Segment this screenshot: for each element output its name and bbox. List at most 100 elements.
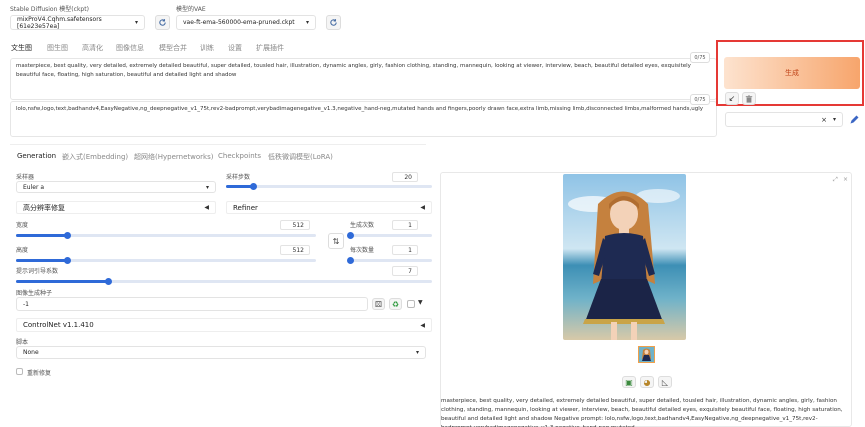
generate-button[interactable]: 生成 (724, 57, 860, 89)
height-slider-knob[interactable] (64, 257, 71, 264)
cfg-slider-knob[interactable] (104, 278, 112, 285)
width-slider-knob[interactable] (64, 232, 71, 239)
steps-slider-fill (226, 185, 253, 188)
vae-label: 模型的VAE (176, 6, 206, 13)
hires-fix-label: 高分辨率修复 (23, 203, 65, 212)
chevron-down-icon: ▾ (305, 19, 309, 26)
swap-dimensions-button[interactable]: ⇅ (328, 233, 344, 249)
trash-icon (745, 94, 753, 103)
chevron-down-icon: ▾ (205, 183, 209, 191)
tab-extras[interactable]: 高清化 (82, 43, 103, 53)
subtab-embedding[interactable]: 嵌入式(Embedding) (62, 152, 128, 162)
vae-select[interactable]: vae-ft-ema-560000-ema-pruned.ckpt ▾ (176, 15, 316, 30)
paste-button[interactable]: ↙ (725, 92, 739, 105)
tab-txt2img[interactable]: 文生图 (11, 43, 32, 53)
tab-train[interactable]: 训练 (200, 43, 214, 53)
batch-count-input[interactable]: 1 (392, 220, 418, 230)
tab-extensions[interactable]: 扩展插件 (256, 43, 284, 53)
height-label: 高度 (16, 247, 29, 254)
subtab-checkpoints[interactable]: Checkpoints (218, 152, 261, 160)
vae-select-value: vae-ft-ema-560000-ema-pruned.ckpt (183, 19, 295, 26)
tab-checkpoint-merger[interactable]: 模型合并 (159, 43, 187, 53)
sampler-select[interactable]: Euler a ▾ (16, 181, 216, 193)
close-icon[interactable]: × (843, 176, 848, 183)
random-seed-button[interactable]: ⚄ (372, 298, 385, 310)
ruler-icon: ◺ (661, 377, 669, 387)
sampler-label: 采样器 (16, 174, 35, 181)
restore-faces-checkbox[interactable] (16, 368, 23, 375)
reuse-seed-button[interactable]: ♻ (389, 298, 402, 310)
cfg-slider-fill (16, 280, 108, 283)
steps-slider[interactable] (226, 183, 432, 190)
tab-img2img[interactable]: 图生图 (47, 43, 68, 53)
send-to-extras-button[interactable]: ◺ (658, 376, 672, 388)
batch-count-slider[interactable] (347, 232, 432, 239)
output-expand-icon[interactable]: ⤢ (833, 176, 838, 184)
seed-input[interactable]: -1 (16, 297, 368, 311)
width-slider-fill (16, 234, 67, 237)
prompt-token-count: 0/75 (690, 52, 710, 63)
send-to-inpaint-button[interactable]: ◕ (640, 376, 654, 388)
batch-size-slider[interactable] (347, 257, 432, 264)
refresh-icon (330, 19, 337, 26)
send-to-img2img-button[interactable]: ▣ (622, 376, 636, 388)
restore-faces-label: 重新修复 (27, 370, 52, 377)
batch-count-slider-knob[interactable] (347, 232, 354, 239)
output-thumbnail[interactable] (638, 346, 655, 363)
subtab-divider (10, 144, 426, 145)
height-input[interactable]: 512 (280, 245, 310, 255)
model-select[interactable]: mixProV4.Cqhm.safetensors [61e23e57ea] ▾ (10, 15, 145, 30)
cfg-input[interactable]: 7 (392, 266, 418, 276)
refiner-accordion[interactable]: Refiner ◀ (226, 201, 432, 214)
triangle-left-icon: ◀ (420, 321, 425, 329)
chevron-down-icon: ▾ (415, 349, 419, 356)
triangle-left-icon: ◀ (420, 204, 425, 211)
batch-size-slider-knob[interactable] (347, 257, 354, 264)
close-icon[interactable]: × (821, 116, 827, 124)
prompt-textarea[interactable]: masterpiece, best quality, very detailed… (10, 58, 717, 100)
image-icon: ▣ (625, 377, 633, 387)
height-slider[interactable] (16, 257, 316, 264)
controlnet-accordion[interactable]: ControlNet v1.1.410 ◀ (16, 318, 432, 332)
width-label: 宽度 (16, 222, 29, 229)
steps-slider-knob[interactable] (249, 183, 257, 190)
styles-select[interactable]: × ▾ (725, 112, 843, 127)
width-slider[interactable] (16, 232, 316, 239)
subtab-lora[interactable]: 低秩微调模型(LoRA) (268, 152, 333, 162)
edit-styles-button[interactable] (847, 112, 861, 127)
seed-value: -1 (23, 300, 29, 308)
vae-refresh-button[interactable] (326, 15, 341, 30)
height-slider-fill (16, 259, 67, 262)
tab-settings[interactable]: 设置 (228, 43, 242, 53)
recycle-icon: ♻ (391, 299, 400, 309)
extra-seed-checkbox[interactable] (407, 300, 415, 308)
model-refresh-button[interactable] (155, 15, 170, 30)
generated-image[interactable] (563, 174, 686, 340)
dice-icon: ⚄ (375, 299, 382, 309)
batch-size-input[interactable]: 1 (392, 245, 418, 255)
cfg-label: 提示词引导系数 (16, 268, 59, 275)
script-select[interactable]: None ▾ (16, 346, 426, 359)
steps-input[interactable]: 20 (392, 172, 418, 182)
sampler-value: Euler a (23, 183, 45, 191)
triangle-down-icon: ▼ (418, 299, 423, 306)
seed-label: 图像生成种子 (16, 290, 53, 297)
generated-image-art (563, 174, 686, 340)
subtab-generation[interactable]: Generation (17, 152, 56, 160)
refiner-label: Refiner (233, 203, 258, 212)
cfg-slider[interactable] (16, 278, 432, 285)
negative-prompt-textarea[interactable]: lolo,nsfw,logo,text,badhandv4,EasyNegati… (10, 101, 717, 137)
hires-fix-accordion[interactable]: 高分辨率修复 ◀ (16, 201, 216, 214)
batch-count-label: 生成次数 (350, 222, 375, 229)
steps-label: 采样步数 (226, 174, 251, 181)
batch-size-label: 每次数量 (350, 247, 375, 254)
tab-png-info[interactable]: 图像信息 (116, 43, 144, 53)
generation-info: masterpiece, best quality, very detailed… (441, 397, 853, 427)
script-value: None (23, 349, 39, 356)
subtab-hypernetworks[interactable]: 超网络(Hypernetworks) (134, 152, 213, 162)
width-input[interactable]: 512 (280, 220, 310, 230)
clear-prompt-button[interactable] (742, 92, 756, 105)
script-label: 脚本 (16, 339, 29, 346)
refresh-icon (159, 19, 166, 26)
model-label: Stable Diffusion 模型(ckpt) (10, 6, 89, 13)
